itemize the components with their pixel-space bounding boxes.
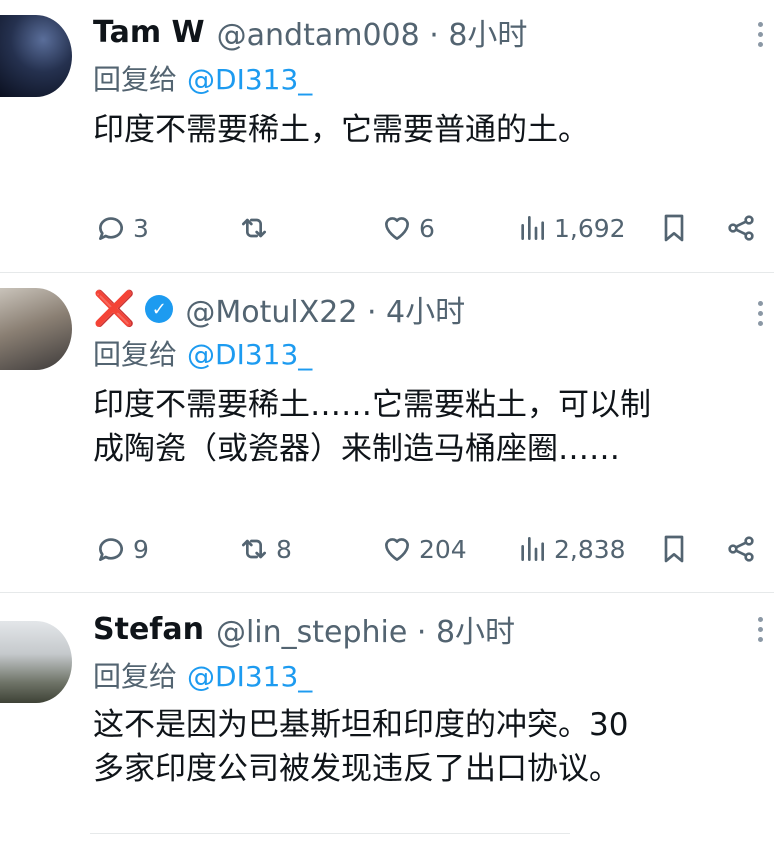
tweet-3[interactable]: Stefan @lin_stephie · 8小时 回复给 @DI313_ 这不是… (0, 593, 774, 843)
reply-prefix: 回复给 (93, 338, 178, 371)
views-count: 1,692 (554, 213, 626, 243)
share-button[interactable] (725, 533, 757, 565)
views-icon (521, 216, 544, 240)
avatar[interactable] (0, 15, 72, 97)
bookmark-button[interactable] (658, 533, 690, 565)
views-button[interactable]: 1,692 (516, 212, 626, 244)
tweet-text: 这不是因为巴基斯坦和印度的冲突。30 多家印度公司被发现违反了出口协议。 (93, 703, 628, 791)
share-icon (728, 215, 754, 241)
reply-context: 回复给 @DI313_ (93, 58, 312, 98)
views-icon (521, 537, 544, 561)
reply-prefix: 回复给 (93, 660, 178, 693)
share-button[interactable] (725, 212, 757, 244)
tweet-header: Stefan @lin_stephie · 8小时 (93, 607, 515, 651)
like-icon (385, 217, 409, 240)
like-count: 204 (419, 534, 467, 564)
tweet-2[interactable]: ❌ ✓ @MotulX22 · 4小时 回复给 @DI313_ 印度不需要稀土……… (0, 273, 774, 591)
tweet-text: 印度不需要稀土，它需要普通的土。 (93, 108, 589, 152)
divider (90, 833, 570, 834)
author-handle-time[interactable]: @andtam008 · 8小时 (217, 10, 528, 54)
reply-button[interactable]: 3 (95, 212, 149, 244)
reply-count: 3 (133, 213, 149, 243)
reply-count: 9 (133, 534, 149, 564)
tweet-header: ❌ ✓ @MotulX22 · 4小时 (93, 287, 465, 331)
reply-context: 回复给 @DI313_ (93, 333, 312, 373)
author-name[interactable]: Stefan (93, 612, 204, 647)
author-name[interactable]: Tam W (93, 15, 205, 50)
reply-mention-link[interactable]: @DI313_ (187, 338, 312, 371)
tweet-text-line: 成陶瓷（或瓷器）来制造马桶座圈…… (93, 431, 620, 467)
tweet-text-line: 印度不需要稀土，它需要普通的土。 (93, 112, 589, 148)
like-icon (385, 538, 409, 561)
reply-icon (98, 538, 123, 561)
retweet-button[interactable] (238, 212, 276, 244)
cross-mark-icon[interactable]: ❌ (93, 289, 135, 329)
bookmark-icon (664, 535, 684, 563)
reply-prefix: 回复给 (93, 63, 178, 96)
author-handle-time[interactable]: @MotulX22 · 4小时 (185, 287, 465, 331)
share-icon (728, 536, 754, 562)
retweet-button[interactable]: 8 (238, 533, 292, 565)
like-button[interactable]: 6 (381, 212, 435, 244)
author-handle-time[interactable]: @lin_stephie · 8小时 (216, 607, 515, 651)
views-button[interactable]: 2,838 (516, 533, 626, 565)
action-bar: 9 8 204 2,838 (93, 533, 763, 573)
more-icon[interactable] (758, 617, 764, 647)
tweet-header: Tam W @andtam008 · 8小时 (93, 10, 527, 54)
tweet-text: 印度不需要稀土……它需要粘土，可以制 成陶瓷（或瓷器）来制造马桶座圈…… (93, 383, 651, 471)
views-count: 2,838 (554, 534, 626, 564)
more-icon[interactable] (758, 22, 764, 52)
retweet-icon (242, 218, 266, 238)
more-icon[interactable] (758, 301, 764, 331)
tweet-text-line: 多家印度公司被发现违反了出口协议。 (93, 751, 620, 787)
reply-icon (98, 217, 123, 240)
reply-button[interactable]: 9 (95, 533, 149, 565)
avatar[interactable] (0, 288, 72, 370)
verified-badge-icon[interactable]: ✓ (145, 295, 174, 323)
reply-mention-link[interactable]: @DI313_ (187, 63, 312, 96)
avatar[interactable] (0, 621, 72, 703)
like-count: 6 (419, 213, 435, 243)
action-bar: 3 6 1,692 (93, 212, 763, 252)
bookmark-icon (664, 214, 684, 242)
retweet-count: 8 (276, 534, 292, 564)
bookmark-button[interactable] (658, 212, 690, 244)
reply-context: 回复给 @DI313_ (93, 655, 312, 695)
tweet-1[interactable]: Tam W @andtam008 · 8小时 回复给 @DI313_ 印度不需要稀… (0, 0, 774, 270)
reply-mention-link[interactable]: @DI313_ (187, 660, 312, 693)
tweet-text-line: 这不是因为巴基斯坦和印度的冲突。30 (93, 707, 629, 743)
tweet-text-line: 印度不需要稀土……它需要粘土，可以制 (93, 387, 651, 423)
retweet-icon (242, 539, 266, 559)
like-button[interactable]: 204 (381, 533, 467, 565)
